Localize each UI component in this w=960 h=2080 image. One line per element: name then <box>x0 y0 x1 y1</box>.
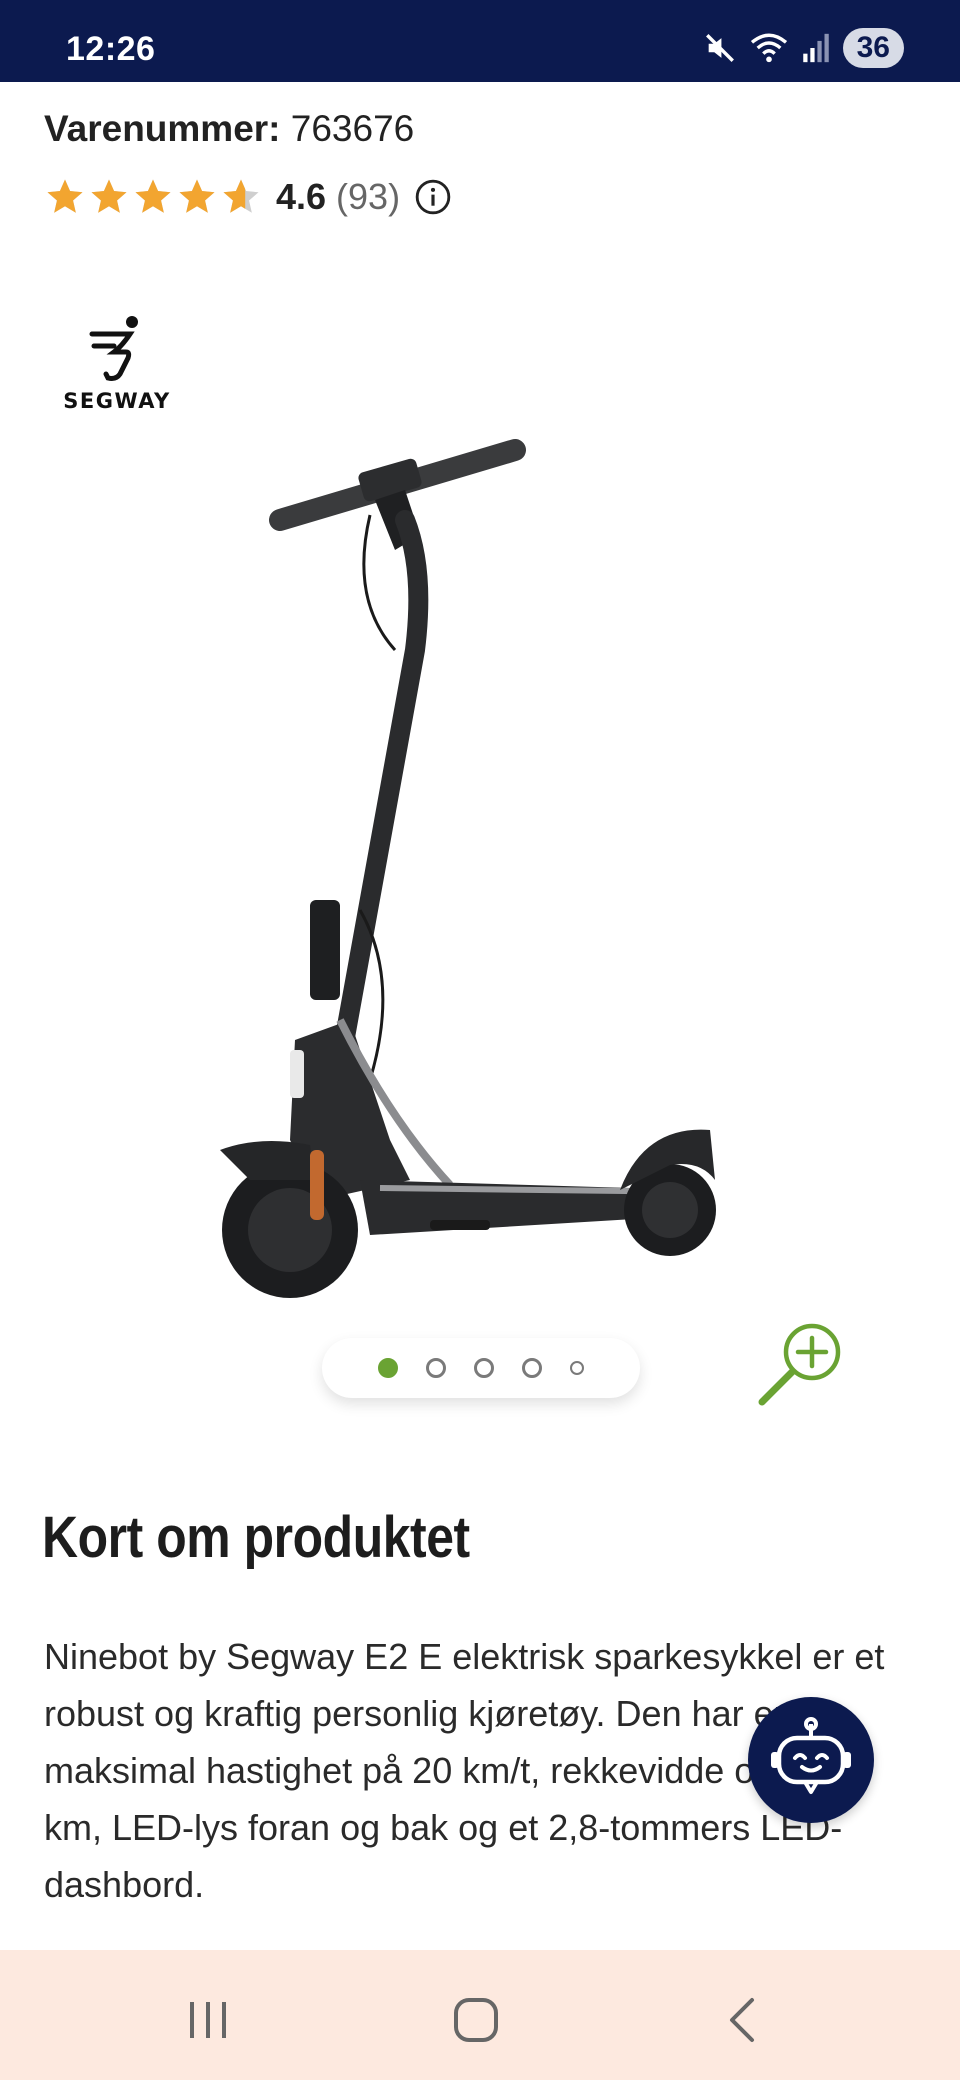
home-button[interactable] <box>446 1990 506 2050</box>
sku-value: 763676 <box>290 108 415 149</box>
carousel-dot[interactable] <box>474 1358 494 1378</box>
signal-icon <box>802 33 829 63</box>
star-icon <box>179 179 215 213</box>
back-button[interactable] <box>714 1990 774 2050</box>
battery-level: 36 <box>842 28 904 68</box>
section-title: Kort om produktet <box>42 1505 470 1570</box>
wifi-icon <box>750 33 787 63</box>
carousel-dot[interactable] <box>522 1358 542 1378</box>
rating-value: 4.6 <box>276 176 327 217</box>
brand-wordmark: SEGWAY <box>63 389 170 412</box>
carousel-dot[interactable] <box>378 1358 398 1378</box>
segway-logo: SEGWAY <box>63 316 170 412</box>
star-icon <box>91 179 127 213</box>
star-icon <box>135 179 171 213</box>
carousel-dot[interactable] <box>570 1361 584 1375</box>
status-icons: 36 <box>703 28 904 68</box>
mute-icon <box>705 34 734 62</box>
product-image[interactable] <box>200 420 760 1320</box>
rating-stars <box>44 176 262 218</box>
robot-icon <box>771 1717 851 1794</box>
recent-apps-button[interactable] <box>178 1990 238 2050</box>
star-icon <box>47 179 83 213</box>
rating-count: (93) <box>336 176 401 217</box>
status-bar: 12:26 36 <box>0 0 960 82</box>
star-icon <box>223 179 259 213</box>
sku-line: Varenummer: 763676 <box>44 108 414 150</box>
zoom-in-icon[interactable] <box>752 1314 852 1414</box>
rating-row[interactable]: 4.6 (93) <box>44 172 452 222</box>
carousel-dot[interactable] <box>426 1358 446 1378</box>
sku-label: Varenummer: <box>44 108 281 149</box>
carousel-pagination[interactable] <box>322 1338 640 1398</box>
info-icon[interactable] <box>414 178 452 216</box>
system-nav-bar <box>0 1950 960 2080</box>
chatbot-button[interactable] <box>748 1697 874 1823</box>
status-time: 12:26 <box>66 30 156 68</box>
